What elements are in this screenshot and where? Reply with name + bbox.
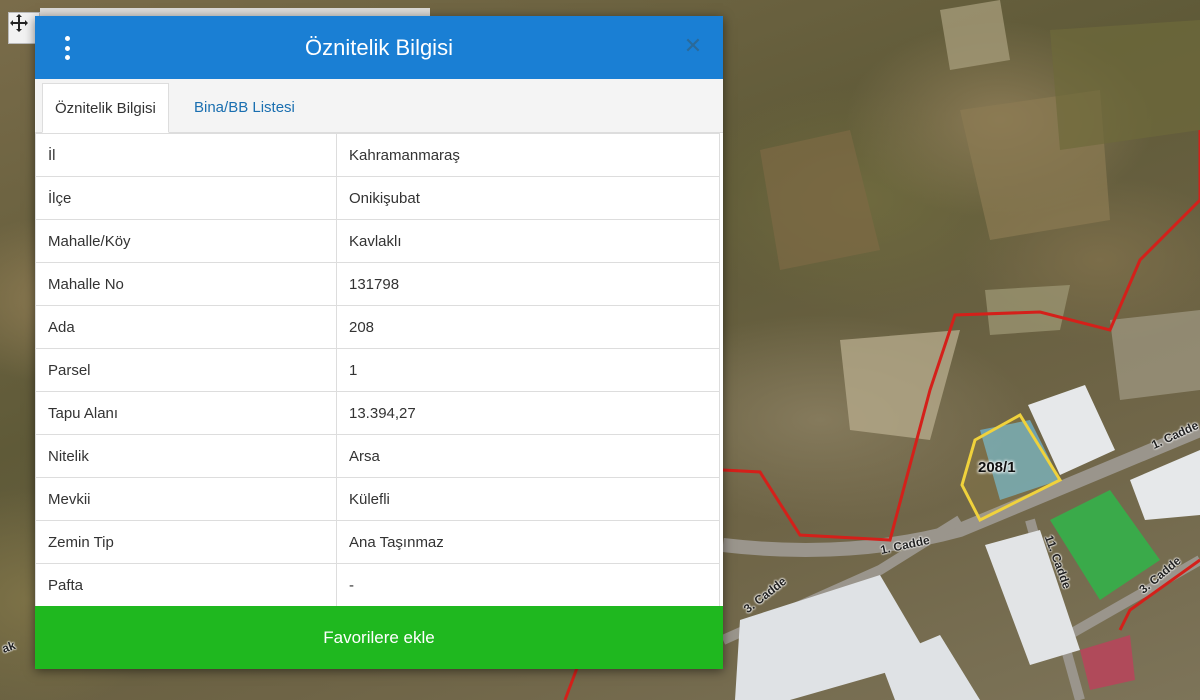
table-row: Parsel 1 — [35, 348, 720, 392]
attribute-dialog: Öznitelik Bilgisi ✕ Öznitelik Bilgisi Bi… — [35, 16, 723, 669]
tab-attribute-info[interactable]: Öznitelik Bilgisi — [42, 83, 169, 133]
attribute-value: 13.394,27 — [336, 391, 720, 435]
attribute-key: Nitelik — [35, 434, 337, 478]
attribute-key: Pafta — [35, 563, 337, 607]
attribute-value: - — [336, 563, 720, 607]
table-row: İlçe Onikişubat — [35, 176, 720, 220]
attribute-key: Mevkii — [35, 477, 337, 521]
table-row: Ada 208 — [35, 305, 720, 349]
table-row: Tapu Alanı 13.394,27 — [35, 391, 720, 435]
attribute-key: İl — [35, 133, 337, 177]
attribute-value: 208 — [336, 305, 720, 349]
close-icon[interactable]: ✕ — [683, 35, 703, 57]
tab-bar: Öznitelik Bilgisi Bina/BB Listesi — [35, 79, 723, 133]
dialog-title: Öznitelik Bilgisi — [305, 34, 453, 60]
dialog-header: Öznitelik Bilgisi ✕ — [35, 16, 723, 79]
attribute-key: İlçe — [35, 176, 337, 220]
tab-building-list[interactable]: Bina/BB Listesi — [182, 83, 307, 131]
table-row: Nitelik Arsa — [35, 434, 720, 478]
attribute-value: Arsa — [336, 434, 720, 478]
table-row: Zemin Tip Ana Taşınmaz — [35, 520, 720, 564]
attribute-value: Kavlaklı — [336, 219, 720, 263]
add-favorite-button[interactable]: Favorilere ekle — [35, 606, 723, 669]
attribute-value: Kahramanmaraş — [336, 133, 720, 177]
attribute-key: Parsel — [35, 348, 337, 392]
attribute-key: Mahalle/Köy — [35, 219, 337, 263]
table-row: Mahalle/Köy Kavlaklı — [35, 219, 720, 263]
attribute-key: Ada — [35, 305, 337, 349]
table-row: Mahalle No 131798 — [35, 262, 720, 306]
attribute-value: Ana Taşınmaz — [336, 520, 720, 564]
attribute-key: Tapu Alanı — [35, 391, 337, 435]
attribute-value: Onikişubat — [336, 176, 720, 220]
attribute-table: İl Kahramanmaraş İlçe Onikişubat Mahalle/Köy… — [35, 133, 720, 607]
attribute-value: 131798 — [336, 262, 720, 306]
kebab-menu-icon[interactable] — [61, 36, 73, 60]
table-row: Pafta - — [35, 563, 720, 607]
attribute-key: Zemin Tip — [35, 520, 337, 564]
attribute-value: 1 — [336, 348, 720, 392]
table-row: Mevkii Külefli — [35, 477, 720, 521]
attribute-key: Mahalle No — [35, 262, 337, 306]
attribute-value: Külefli — [336, 477, 720, 521]
table-row: İl Kahramanmaraş — [35, 133, 720, 177]
parcel-label: 208/1 — [978, 459, 1016, 476]
